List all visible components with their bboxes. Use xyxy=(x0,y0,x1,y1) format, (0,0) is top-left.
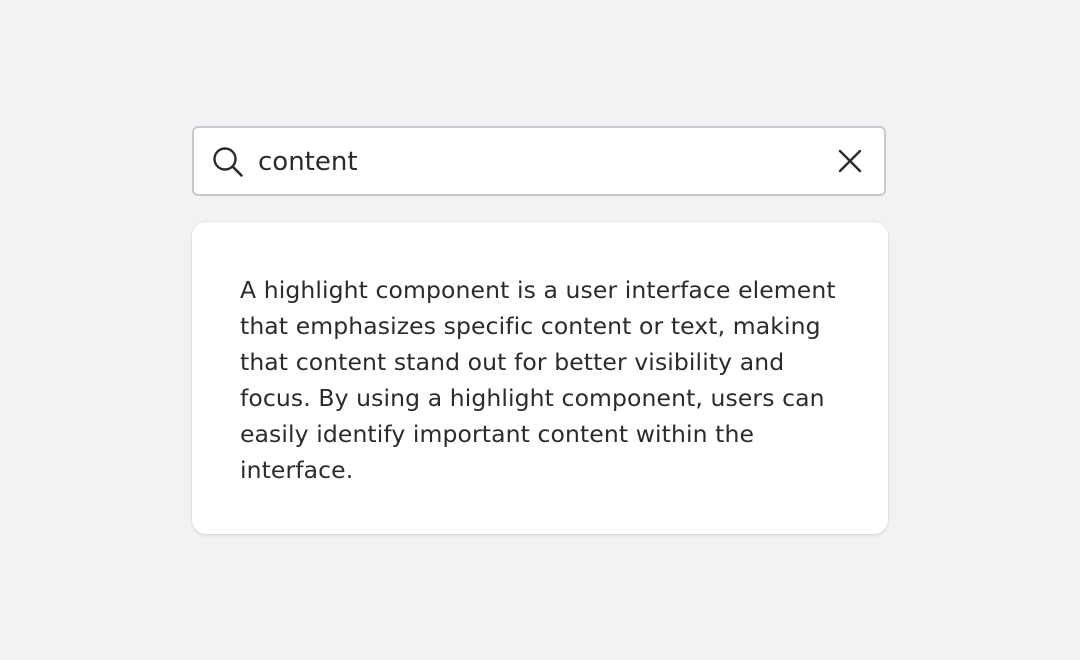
clear-search-button[interactable] xyxy=(834,145,866,177)
search-box[interactable] xyxy=(192,126,886,196)
highlight-result-card: A highlight component is a user interfac… xyxy=(192,222,888,534)
search-input[interactable] xyxy=(258,140,818,184)
close-icon xyxy=(838,149,862,173)
search-icon xyxy=(213,147,243,177)
result-text: A highlight component is a user interfac… xyxy=(240,276,836,484)
page: A highlight component is a user interfac… xyxy=(0,0,1080,660)
